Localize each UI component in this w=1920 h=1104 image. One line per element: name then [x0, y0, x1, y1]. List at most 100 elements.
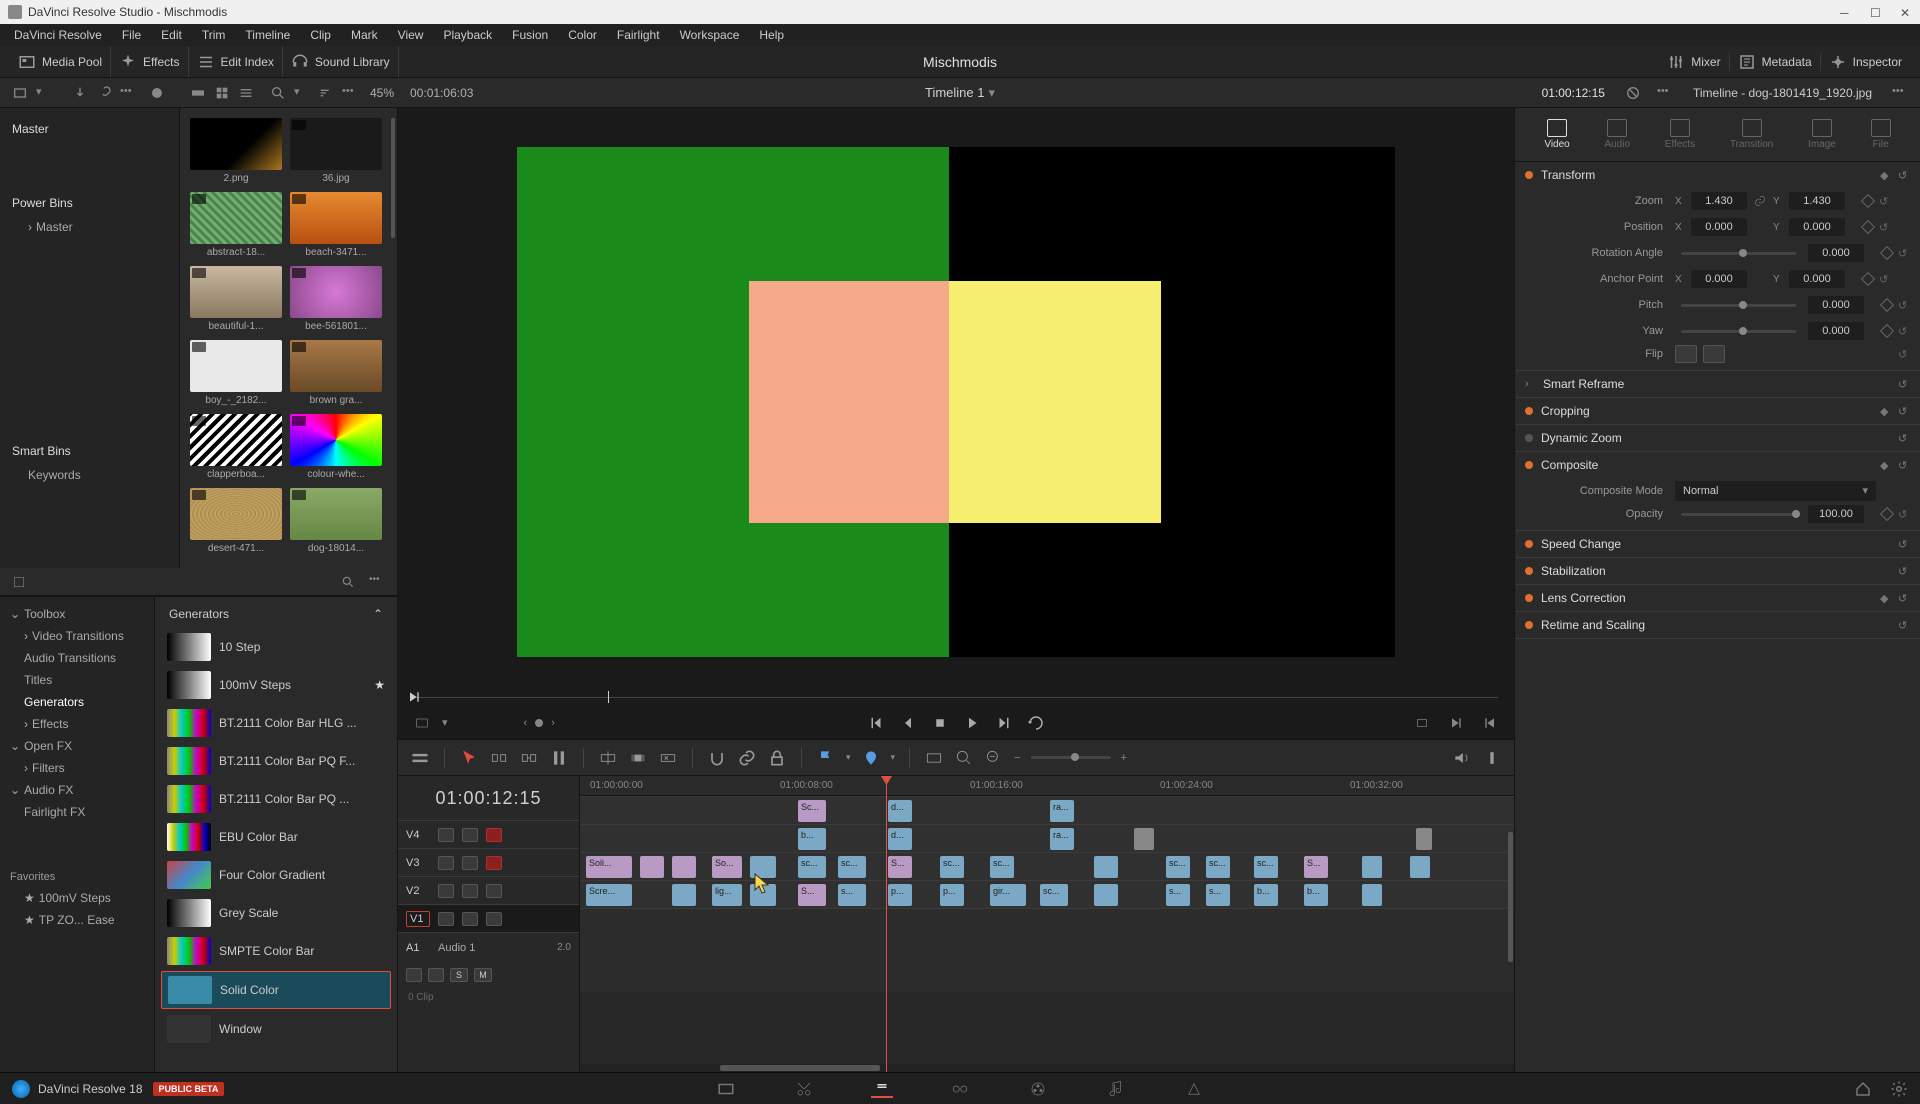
fx-audio-transitions[interactable]: Audio Transitions: [0, 647, 154, 669]
keyframe-icon[interactable]: [1861, 272, 1875, 286]
clip[interactable]: sc...: [1206, 856, 1230, 878]
zoom-to-fit-icon[interactable]: [924, 748, 944, 768]
fx-item[interactable]: BT.2111 Color Bar PQ F...: [161, 743, 391, 779]
clip[interactable]: p...: [888, 884, 912, 906]
gear-icon[interactable]: [1890, 1080, 1908, 1098]
custom-zoom-icon[interactable]: [984, 748, 1004, 768]
reset-icon[interactable]: ↺: [1898, 592, 1910, 604]
bypass-icon[interactable]: [1625, 85, 1641, 101]
keyframe-icon[interactable]: ◆: [1880, 169, 1892, 181]
opacity-slider[interactable]: [1681, 513, 1796, 516]
reset-icon[interactable]: ↺: [1898, 538, 1910, 550]
media-thumb[interactable]: desert-471...: [190, 488, 282, 554]
section-composite[interactable]: Composite◆↺: [1515, 452, 1920, 478]
zoom-out-icon[interactable]: −: [1014, 752, 1020, 764]
menu-app[interactable]: DaVinci Resolve: [6, 26, 110, 44]
media-thumb[interactable]: 2.png: [190, 118, 282, 184]
section-lens-correction[interactable]: Lens Correction◆↺: [1515, 585, 1920, 611]
insert-icon[interactable]: [598, 748, 618, 768]
match-frame-icon[interactable]: [1414, 715, 1430, 731]
keyframe-icon[interactable]: ◆: [1880, 592, 1892, 604]
viewer-zoom[interactable]: 45%: [370, 86, 394, 100]
chevron-down-icon[interactable]: ▾: [846, 752, 851, 763]
clip[interactable]: [1362, 856, 1382, 878]
keyframe-icon[interactable]: [1880, 298, 1894, 312]
inspector-tab-audio[interactable]: Audio: [1604, 119, 1630, 150]
track-header-v1[interactable]: V1: [398, 904, 579, 932]
track-header-v3[interactable]: V3: [398, 848, 579, 876]
clip[interactable]: b...: [1304, 884, 1328, 906]
keyframe-icon[interactable]: ◆: [1880, 405, 1892, 417]
playhead[interactable]: [886, 776, 887, 1072]
timeline-name[interactable]: Timeline 1: [925, 85, 984, 100]
mixer-button[interactable]: Mixer: [1691, 55, 1720, 69]
section-transform[interactable]: Transform ◆↺: [1515, 162, 1920, 188]
page-fairlight-icon[interactable]: [1105, 1080, 1127, 1098]
list-view-icon[interactable]: [238, 85, 254, 101]
media-thumb[interactable]: abstract-18...: [190, 192, 282, 258]
bin-view-icon[interactable]: [12, 85, 28, 101]
fx-item[interactable]: Grey Scale: [161, 895, 391, 931]
keyframe-icon[interactable]: [1880, 324, 1894, 338]
disable-icon[interactable]: [486, 912, 502, 926]
next-edit-icon[interactable]: ›: [551, 717, 555, 729]
clip[interactable]: So...: [712, 856, 742, 878]
rotation-slider[interactable]: [1681, 252, 1796, 255]
effects-button[interactable]: Effects: [143, 55, 179, 69]
clip[interactable]: sc...: [798, 856, 826, 878]
fx-item[interactable]: 10 Step: [161, 629, 391, 665]
zoom-y-input[interactable]: 1.430: [1789, 192, 1845, 210]
reset-icon[interactable]: ↺: [1879, 195, 1891, 207]
dots-icon[interactable]: •••: [120, 85, 136, 101]
minimize-icon[interactable]: ─: [1840, 6, 1852, 18]
clip[interactable]: [1362, 884, 1382, 906]
fx-toolbox[interactable]: ⌄Toolbox: [0, 603, 154, 625]
fx-item[interactable]: Window: [161, 1011, 391, 1047]
media-thumb[interactable]: brown gra...: [290, 340, 382, 406]
horizontal-scrollbar-track[interactable]: [580, 1064, 1514, 1072]
import-icon[interactable]: [72, 85, 88, 101]
clip[interactable]: sc...: [1040, 884, 1068, 906]
flip-h-button[interactable]: [1675, 345, 1697, 363]
fx-item[interactable]: EBU Color Bar: [161, 819, 391, 855]
clip[interactable]: d...: [888, 828, 912, 850]
dynamic-trim-icon[interactable]: [519, 748, 539, 768]
edit-index-button[interactable]: Edit Index: [221, 55, 274, 69]
clip[interactable]: sc...: [838, 856, 866, 878]
keyframe-icon[interactable]: ◆: [1880, 459, 1892, 471]
composite-mode-select[interactable]: Normal▾: [1675, 481, 1876, 501]
section-cropping[interactable]: Cropping◆↺: [1515, 398, 1920, 424]
fx-generators[interactable]: Generators: [0, 691, 154, 713]
pitch-input[interactable]: 0.000: [1808, 296, 1864, 314]
menu-file[interactable]: File: [114, 26, 149, 44]
search-icon[interactable]: [270, 85, 286, 101]
page-fusion-icon[interactable]: [949, 1080, 971, 1098]
reset-icon[interactable]: ↺: [1898, 405, 1910, 417]
pitch-slider[interactable]: [1681, 304, 1796, 307]
vertical-scrollbar[interactable]: [1508, 832, 1513, 962]
chevron-down-icon[interactable]: ▾: [36, 85, 52, 101]
fx-audiofx[interactable]: ⌄Audio FX: [0, 779, 154, 801]
loop-icon[interactable]: [1027, 714, 1045, 732]
media-thumb[interactable]: beach-3471...: [290, 192, 382, 258]
clip[interactable]: S...: [1304, 856, 1328, 878]
media-thumb[interactable]: boy_-_2182...: [190, 340, 282, 406]
keyframe-icon[interactable]: [1880, 507, 1894, 521]
media-thumb[interactable]: dog-18014...: [290, 488, 382, 554]
fx-fairlightfx[interactable]: Fairlight FX: [0, 801, 154, 823]
menu-workspace[interactable]: Workspace: [672, 26, 748, 44]
timeline-tracks[interactable]: 01:00:00:0001:00:08:0001:00:16:0001:00:2…: [580, 776, 1514, 1072]
fx-effects[interactable]: ›Effects: [0, 713, 154, 735]
fx-video-transitions[interactable]: ›Video Transitions: [0, 625, 154, 647]
grid-view-icon[interactable]: [214, 85, 230, 101]
track-header-v4[interactable]: V4: [398, 820, 579, 848]
pos-x-input[interactable]: 0.000: [1691, 218, 1747, 236]
clip[interactable]: p...: [940, 884, 964, 906]
menu-color[interactable]: Color: [560, 26, 605, 44]
metadata-button[interactable]: Metadata: [1762, 55, 1812, 69]
auto-select-icon[interactable]: [462, 912, 478, 926]
media-thumb[interactable]: beautiful-1...: [190, 266, 282, 332]
chevron-down-icon[interactable]: ▾: [891, 752, 896, 763]
fx-fav-tpzo[interactable]: ★TP ZO... Ease: [0, 909, 154, 931]
selection-tool-icon[interactable]: [459, 748, 479, 768]
